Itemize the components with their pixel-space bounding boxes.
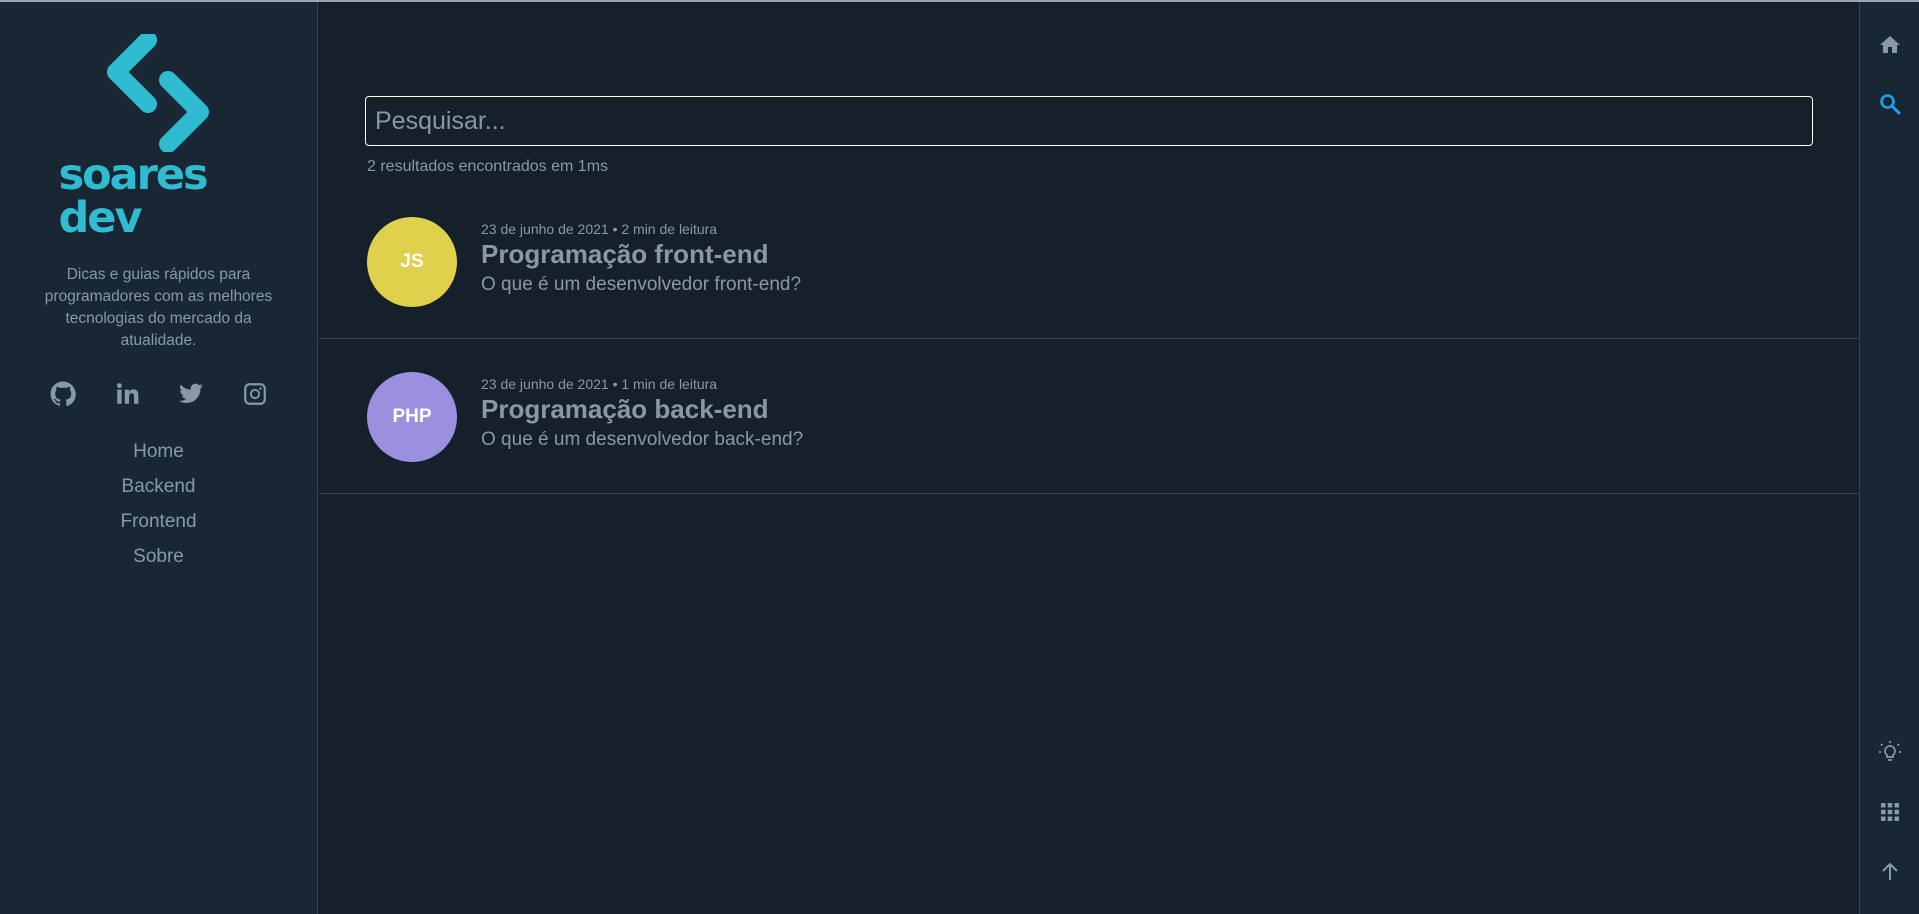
post-description: O que é um desenvolvedor back-end? (481, 429, 804, 450)
post-text: 23 de junho de 2021 • 2 min de leitura P… (481, 220, 801, 298)
search-results-count: 2 resultados encontrados em 1ms (367, 158, 609, 175)
search-input[interactable] (375, 106, 1812, 136)
post-item[interactable]: JS 23 de junho de 2021 • 2 min de leitur… (319, 184, 1859, 339)
lightbulb-icon (1879, 741, 1901, 761)
post-list: JS 23 de junho de 2021 • 2 min de leitur… (319, 184, 1859, 494)
logo-text: soares dev (58, 150, 209, 243)
twitter-link[interactable] (175, 378, 207, 410)
arrow-up-icon (1882, 862, 1898, 880)
theme-toggle-button[interactable] (1860, 737, 1919, 767)
linkedin-icon (116, 383, 138, 404)
instagram-link[interactable] (239, 378, 271, 410)
post-title[interactable]: Programação back-end (481, 394, 803, 424)
post-meta: 23 de junho de 2021 • 2 min de leitura (481, 221, 718, 237)
scroll-to-top-button[interactable] (1860, 857, 1919, 887)
layout-grid-button[interactable] (1860, 797, 1919, 827)
main-content: 2 resultados encontrados em 1ms JS 23 de… (319, 2, 1859, 914)
post-title[interactable]: Programação front-end (481, 239, 801, 269)
home-button[interactable] (1860, 30, 1919, 60)
post-meta: 23 de junho de 2021 • 1 min de leitura (481, 376, 718, 392)
logo-mark-icon (106, 34, 209, 152)
social-links (47, 378, 271, 410)
nav-item-backend[interactable]: Backend (122, 469, 196, 504)
instagram-icon (243, 383, 266, 405)
main-nav: Home Backend Frontend Sobre (120, 434, 196, 574)
post-text: 23 de junho de 2021 • 1 min de leitura P… (481, 375, 803, 453)
site-logo[interactable]: soares dev (59, 34, 259, 240)
nav-item-home[interactable]: Home (133, 434, 184, 469)
linkedin-link[interactable] (111, 378, 143, 410)
post-item[interactable]: PHP 23 de junho de 2021 • 1 min de leitu… (319, 339, 1859, 494)
github-icon (50, 381, 76, 407)
github-link[interactable] (47, 378, 79, 410)
search-icon (1880, 94, 1901, 115)
post-tag-badge: JS (367, 217, 457, 307)
post-description: O que é um desenvolvedor front-end? (481, 274, 802, 295)
nav-item-frontend[interactable]: Frontend (120, 504, 196, 539)
right-toolbar (1859, 2, 1919, 914)
home-icon (1880, 36, 1900, 53)
post-tag-badge: PHP (367, 372, 457, 462)
twitter-icon (178, 383, 203, 403)
search-button[interactable] (1860, 89, 1919, 119)
nav-item-sobre[interactable]: Sobre (133, 539, 184, 574)
grid-icon (1881, 803, 1899, 821)
site-tagline: Dicas e guias rápidos para programadores… (44, 266, 273, 349)
sidebar: soares dev Dicas e guias rápidos para pr… (0, 2, 318, 914)
search-box (365, 96, 1813, 146)
